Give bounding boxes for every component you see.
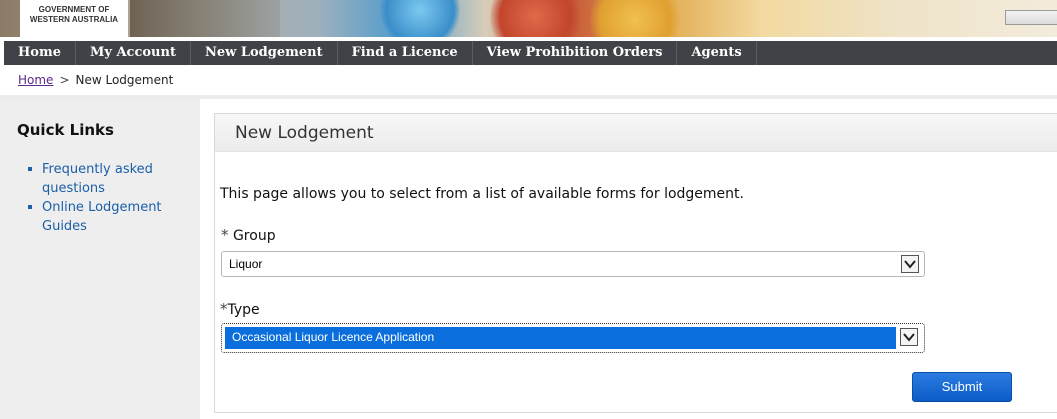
banner-image-blue <box>380 0 460 37</box>
quick-links-list: Frequently asked questions Online Lodgem… <box>28 160 188 236</box>
type-select[interactable]: Occasional Liquor Licence Application <box>221 323 925 353</box>
breadcrumb: Home > New Lodgement <box>18 73 173 87</box>
panel-header: New Lodgement <box>215 114 1057 152</box>
type-required-marker: * <box>220 300 228 318</box>
type-label: *Type <box>220 300 260 318</box>
group-select[interactable]: Liquor <box>221 251 925 277</box>
nav-find-a-licence[interactable]: Find a Licence <box>338 41 473 65</box>
nav-new-lodgement[interactable]: New Lodgement <box>191 41 338 65</box>
quick-links-title: Quick Links <box>17 121 114 139</box>
header-banner: GOVERNMENT OF WESTERN AUSTRALIA <box>0 0 1057 37</box>
sidebar: Quick Links Frequently asked questions O… <box>0 99 200 419</box>
chevron-down-icon <box>904 260 916 269</box>
logo-line-2: WESTERN AUSTRALIA <box>29 15 119 24</box>
quick-link-faq[interactable]: Frequently asked questions <box>42 162 153 196</box>
type-selected-value: Occasional Liquor Licence Application <box>232 330 435 344</box>
quick-link-item: Online Lodgement Guides <box>28 198 188 236</box>
submit-button[interactable]: Submit <box>912 372 1012 402</box>
group-dropdown-arrow[interactable] <box>901 255 919 273</box>
quick-link-item: Frequently asked questions <box>28 160 188 198</box>
nav-my-account[interactable]: My Account <box>76 41 191 65</box>
group-required-marker: * <box>221 226 229 244</box>
banner-image-left <box>130 0 280 37</box>
breadcrumb-current: New Lodgement <box>75 73 174 87</box>
type-label-text: Type <box>227 302 260 318</box>
breadcrumb-separator: > <box>59 73 70 87</box>
quick-link-lodgement-guides[interactable]: Online Lodgement Guides <box>42 200 162 234</box>
group-selected-value: Liquor <box>229 257 263 271</box>
nav-home[interactable]: Home <box>4 41 76 65</box>
government-logo[interactable]: GOVERNMENT OF WESTERN AUSTRALIA <box>20 0 128 37</box>
intro-text: This page allows you to select from a li… <box>220 186 744 202</box>
nav-view-prohibition-orders[interactable]: View Prohibition Orders <box>473 41 678 65</box>
main-nav: Home My Account New Lodgement Find a Lic… <box>4 41 1057 65</box>
logo-line-1: GOVERNMENT OF <box>38 5 110 14</box>
breadcrumb-home-link[interactable]: Home <box>18 73 53 87</box>
group-label: * Group <box>221 226 276 244</box>
banner-image-yellow <box>590 0 680 37</box>
nav-agents[interactable]: Agents <box>677 41 757 65</box>
page-title: New Lodgement <box>235 123 374 143</box>
chevron-down-icon <box>903 333 915 342</box>
type-dropdown-arrow[interactable] <box>900 328 918 346</box>
group-label-text: Group <box>232 228 276 244</box>
header-button[interactable] <box>1005 10 1057 25</box>
main-panel: New Lodgement This page allows you to se… <box>214 113 1057 413</box>
banner-image-red <box>490 0 580 37</box>
